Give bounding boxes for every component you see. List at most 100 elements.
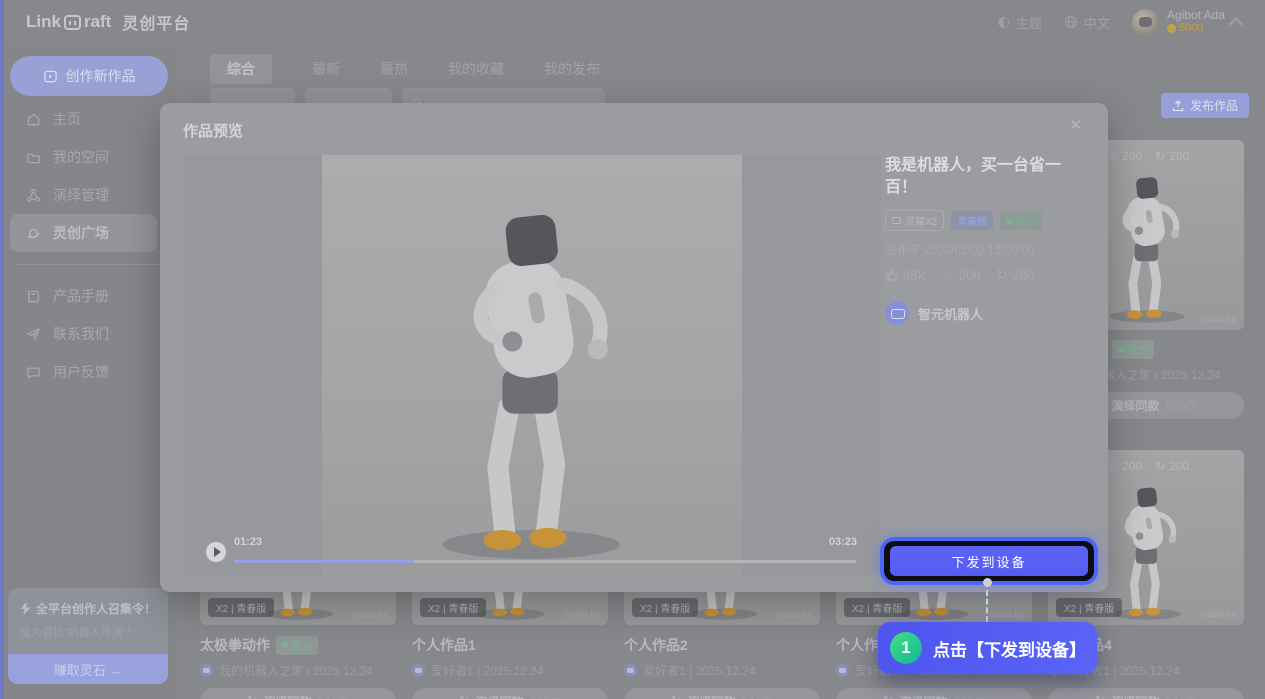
user-avatar	[1132, 9, 1159, 36]
watermark: made by	[777, 609, 812, 619]
deploy-to-device-button[interactable]: 下发到设备	[890, 546, 1088, 576]
theme-label: 主题	[1016, 13, 1042, 32]
sidebar-nav: 主页 我的空间 演绎管理 灵创广场 产品手册 联系我们	[0, 100, 176, 391]
sidebar-item-contact-us[interactable]: 联系我们	[0, 315, 176, 353]
close-icon[interactable]: ✕	[1069, 116, 1082, 134]
replay-same-button[interactable]: ↻ 演绎同款 666次	[836, 688, 1032, 699]
replay-icon: ↻	[247, 694, 258, 699]
banner-subtitle: 成为首批“机器人导演”！	[20, 624, 156, 640]
reposts-count: 200	[1012, 268, 1034, 283]
folder-icon	[26, 150, 41, 165]
replay-count: 666次	[953, 693, 985, 699]
chevron-up-icon[interactable]	[1229, 17, 1243, 31]
sidebar-item-label: 灵创广场	[53, 223, 109, 243]
publish-date: 发布于 2020/02/02 12:00:00	[885, 241, 1090, 258]
coin-icon	[1167, 24, 1176, 33]
language-label: 中文	[1084, 13, 1110, 32]
play-button[interactable]	[206, 542, 226, 562]
replay-same-button[interactable]: ↻ 演绎同款 666次	[200, 688, 396, 699]
progress-bar[interactable]	[234, 560, 856, 563]
star-icon: ☆	[1107, 149, 1118, 163]
sidebar-divider	[16, 264, 160, 265]
publish-work-button[interactable]: 发布作品	[1161, 93, 1249, 118]
repost-button[interactable]: ↻200	[997, 268, 1035, 283]
create-video-icon	[43, 69, 58, 84]
user-menu[interactable]: Agibot Ada 5000	[1132, 9, 1243, 36]
reposts-count: 200	[1169, 459, 1189, 473]
replay-label: 演绎同款	[1111, 693, 1159, 699]
sidebar-item-creative-plaza[interactable]: 灵创广场	[10, 214, 157, 252]
card-author: 我的机器人之家 | 2025.12.24	[200, 662, 396, 679]
tab-my-publications[interactable]: 我的发布	[544, 59, 600, 79]
create-new-work-button[interactable]: 创作新作品	[10, 56, 168, 96]
replay-same-button[interactable]: ↻ 演绎同款 666次	[1048, 688, 1244, 699]
replay-same-button[interactable]: ↻ 演绎同款 666次	[412, 688, 608, 699]
author-avatar	[885, 301, 909, 325]
work-title: 我是机器人，买一台省一百！	[885, 155, 1090, 199]
language-switcher[interactable]: 中文	[1064, 13, 1110, 32]
publish-button-label: 发布作品	[1190, 97, 1238, 114]
sidebar-item-home[interactable]: 主页	[0, 100, 176, 138]
tab-newest[interactable]: 最新	[312, 59, 340, 79]
author-name: 智元机器人	[918, 304, 983, 323]
replay-icon: ↻	[883, 694, 894, 699]
app-root: Link raft 灵创平台 ◐ 主题 中文 Agibot Ada	[0, 0, 1265, 699]
sidebar-item-user-feedback[interactable]: 用户反馈	[0, 353, 176, 391]
tag-row: 灵犀X2 青春版 官方	[885, 210, 1090, 231]
card-title: 太极拳动作	[200, 635, 270, 655]
replay-count: 666次	[1165, 397, 1197, 414]
video-player: 01:23 03:23	[185, 155, 881, 575]
official-badge: 官方	[276, 636, 318, 655]
stars-count: 200	[1122, 459, 1142, 473]
like-button[interactable]: 38K	[885, 268, 926, 283]
thumbs-up-icon	[885, 269, 898, 282]
likes-count: 38K	[903, 268, 926, 283]
progress-fill	[234, 560, 414, 563]
app-logo: Link raft 灵创平台	[26, 10, 190, 34]
official-dot-icon	[282, 642, 288, 648]
model-badge: X2 | 青春版	[844, 598, 910, 617]
replay-count: 666次	[1165, 693, 1197, 699]
theme-toggle[interactable]: ◐ 主题	[998, 13, 1042, 32]
upload-icon	[1172, 100, 1184, 112]
banner-title-row: 全平台创作人召集令！	[20, 600, 156, 617]
card-author: 爱好者1 | 2025.12.24	[412, 662, 608, 679]
official-label: 官方	[292, 638, 312, 653]
sidebar-item-my-space[interactable]: 我的空间	[0, 138, 176, 176]
robot-video	[407, 171, 651, 563]
replay-icon: ↻	[459, 694, 470, 699]
replay-same-button[interactable]: ↻ 演绎同款 666次	[624, 688, 820, 699]
replay-label: 演绎同款	[899, 693, 947, 699]
sidebar-item-performance-management[interactable]: 演绎管理	[0, 176, 176, 214]
tab-my-favorites[interactable]: 我的收藏	[448, 59, 504, 79]
card-title: 个人作品1	[412, 635, 476, 655]
replay-label: 演绎同款	[475, 693, 523, 699]
replay-icon: ↻	[671, 694, 682, 699]
creator-call-banner: 全平台创作人召集令！ 成为首批“机器人导演”！ 赚取灵石 →	[8, 588, 168, 684]
sidebar-item-label: 联系我们	[53, 324, 109, 344]
star-icon: ☆	[942, 268, 954, 283]
card-title-row: 个人作品2	[624, 635, 820, 655]
replay-count: 666次	[317, 693, 349, 699]
current-time: 01:23	[234, 536, 262, 548]
repost-icon: ↻	[1155, 459, 1165, 473]
modal-title: 作品预览	[183, 120, 243, 141]
user-meta: Agibot Ada 5000	[1167, 9, 1225, 35]
author-row[interactable]: 智元机器人	[885, 301, 1090, 325]
earn-gems-button[interactable]: 赚取灵石 →	[8, 654, 168, 684]
star-icon: ☆	[1107, 459, 1118, 473]
user-coins: 5000	[1167, 22, 1225, 35]
sidebar-item-product-manual[interactable]: 产品手册	[0, 277, 176, 315]
window-accent-strip	[0, 0, 4, 699]
sidebar: 创作新作品 主页 我的空间 演绎管理 灵创广场 产品手册	[0, 44, 176, 699]
sort-tabs: 综合 最新 最热 我的收藏 我的发布	[210, 54, 600, 84]
watermark: made by	[1201, 609, 1236, 619]
author-text: 爱好者1 | 2025.12.24	[643, 662, 756, 679]
tab-hottest[interactable]: 最热	[380, 59, 408, 79]
tab-comprehensive[interactable]: 综合	[210, 54, 272, 84]
sidebar-item-label: 我的空间	[53, 147, 109, 167]
favorite-button[interactable]: ☆200	[942, 268, 980, 283]
header-actions: ◐ 主题 中文 Agibot Ada 5000	[998, 9, 1243, 36]
sidebar-item-label: 演绎管理	[53, 185, 109, 205]
official-tag-label: 官方	[1016, 213, 1036, 228]
